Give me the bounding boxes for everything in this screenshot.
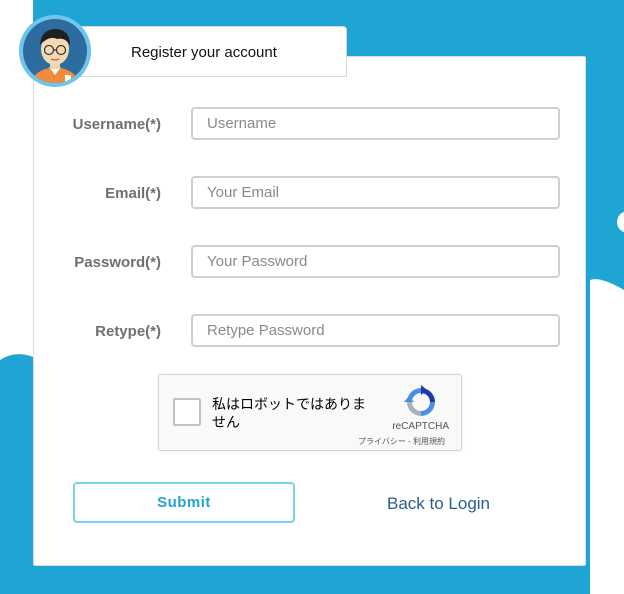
page-title: Register your account xyxy=(131,44,277,61)
password-input[interactable] xyxy=(191,245,560,278)
retype-label: Retype(*) xyxy=(95,323,161,340)
retype-password-input[interactable] xyxy=(191,314,560,347)
recaptcha-logo-icon xyxy=(404,385,435,416)
header-tab: Register your account xyxy=(58,26,347,77)
password-label: Password(*) xyxy=(74,254,161,271)
submit-button[interactable]: Submit xyxy=(73,482,295,523)
username-input[interactable] xyxy=(191,107,560,140)
recaptcha-widget: 私はロボットではありません reCAPTCHA プライバシー - 利用規約 xyxy=(158,374,462,451)
recaptcha-links[interactable]: プライバシー - 利用規約 xyxy=(358,436,445,447)
email-label: Email(*) xyxy=(105,185,161,202)
user-avatar-icon xyxy=(19,15,91,87)
username-label: Username(*) xyxy=(72,116,161,133)
email-input[interactable] xyxy=(191,176,560,209)
back-to-login-link[interactable]: Back to Login xyxy=(387,494,490,514)
recaptcha-checkbox[interactable] xyxy=(173,398,201,426)
recaptcha-brand: reCAPTCHA xyxy=(392,421,449,432)
recaptcha-checkbox-text: 私はロボットではありません xyxy=(212,396,366,430)
